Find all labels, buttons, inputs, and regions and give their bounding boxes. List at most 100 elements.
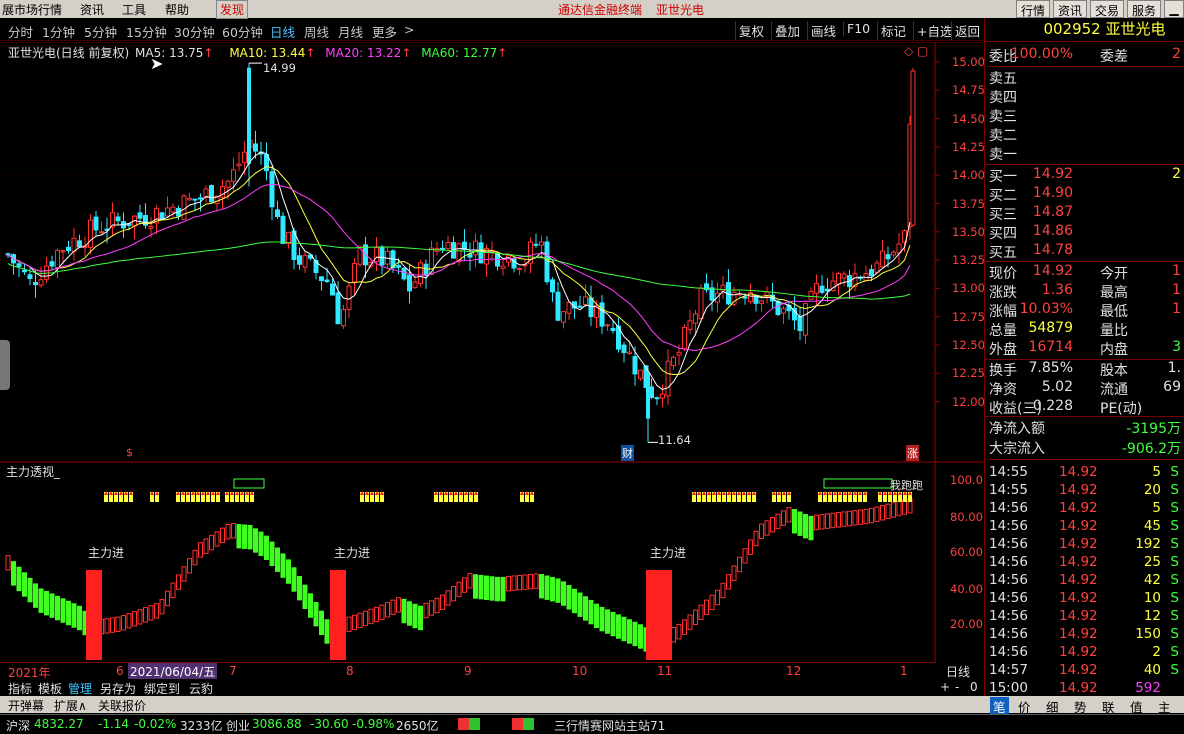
period-daily[interactable]: 日线 <box>270 22 295 41</box>
related-quote-button[interactable]: 关联报价 <box>98 697 146 714</box>
indicator-bar-down <box>33 583 38 608</box>
tool-draw[interactable]: 画线 <box>807 21 839 40</box>
tool-overlay[interactable]: 叠加 <box>771 21 803 40</box>
entry-signal-bar <box>646 570 672 660</box>
period-15min[interactable]: 15分钟 <box>126 22 167 41</box>
tool-adjust[interactable]: 复权 <box>735 21 767 40</box>
top-btn-trade[interactable]: 交易 <box>1090 0 1125 18</box>
kline-chart[interactable] <box>0 42 984 679</box>
ask-level-row[interactable]: 卖三 <box>987 106 1183 125</box>
candle-up <box>412 281 418 289</box>
indicator-bar-up <box>121 615 126 631</box>
bid-level-row[interactable]: 买四 14.86 <box>987 223 1183 242</box>
finance-marker[interactable]: 财 <box>621 445 634 461</box>
stat-value: 1 <box>1172 263 1181 279</box>
tab-bind-to[interactable]: 绑定到 <box>144 680 180 697</box>
period-60min[interactable]: 60分钟 <box>222 22 263 41</box>
indicator-bar-up <box>753 530 759 547</box>
indicator-bar-up <box>814 514 819 531</box>
indicator-bar-down <box>478 574 484 600</box>
candle-down <box>775 300 781 315</box>
indicator-bar-up <box>225 524 231 540</box>
ask-level-row[interactable]: 卖四 <box>987 87 1183 106</box>
status-bar: 沪深 4832.27 -1.14 -0.02% 3233亿 创业 3086.88… <box>0 714 1184 733</box>
danmaku-toggle[interactable]: 开弹幕 <box>8 697 44 714</box>
diamond-icon[interactable]: ◇ ▢ <box>904 44 928 58</box>
indicator-bar-up <box>115 616 121 632</box>
top-btn-quote[interactable]: 行情 <box>1016 0 1051 18</box>
menu-discover[interactable]: 发现 <box>216 0 249 19</box>
period-1min[interactable]: 1分钟 <box>42 22 75 41</box>
period-5min[interactable]: 5分钟 <box>84 22 117 41</box>
period-more[interactable]: 更多 <box>372 22 397 41</box>
dividend-marker[interactable]: $ <box>126 446 133 459</box>
tick-row: 14:56 14.92 25 S <box>987 554 1183 572</box>
zoom-out-button[interactable]: - <box>955 680 959 694</box>
indicator-bar-up <box>467 573 473 589</box>
candle-up <box>665 360 671 397</box>
menu-help[interactable]: 帮助 <box>165 1 189 18</box>
bid-level-price: 14.92 <box>1032 166 1073 182</box>
tick-time: 14:56 <box>989 644 1028 660</box>
tool-back[interactable]: 返回 <box>951 21 983 40</box>
left-panel-grip[interactable] <box>0 340 10 390</box>
tab-cloud[interactable]: 云豹 <box>189 680 213 697</box>
candle-up <box>170 206 176 213</box>
tool-add-favorite[interactable]: +自选 <box>913 21 955 40</box>
bid-level-row[interactable]: 买五 14.78 <box>987 242 1183 261</box>
chevron-right-icon[interactable]: > <box>404 22 414 37</box>
menu-market[interactable]: 展市场行情 <box>2 1 62 18</box>
bid-level-label: 买一 <box>989 169 1017 185</box>
tick-time: 14:57 <box>989 662 1028 678</box>
ask-level-row[interactable]: 卖一 <box>987 144 1183 163</box>
date-month: 1 <box>900 664 908 678</box>
period-30min[interactable]: 30分钟 <box>174 22 215 41</box>
tab-indicator[interactable]: 指标 <box>8 680 32 697</box>
indicator-bar-up <box>825 513 830 529</box>
top-btn-service[interactable]: 服务 <box>1127 0 1162 18</box>
tab-template[interactable]: 模板 <box>38 680 62 697</box>
period-intraday[interactable]: 分时 <box>8 22 33 41</box>
zoom-reset-button[interactable]: 0 <box>970 680 978 694</box>
tool-mark[interactable]: 标记 <box>877 21 909 40</box>
menu-tools[interactable]: 工具 <box>122 1 146 18</box>
tick-side: S <box>1170 554 1179 570</box>
price-tick-label: 13.25 <box>952 253 985 268</box>
ask-level-row[interactable]: 卖五 <box>987 68 1183 87</box>
stat-row: 涨幅 10.03% 最低 1 <box>987 301 1183 320</box>
stat-value: 3 <box>1172 339 1181 355</box>
indicator-title[interactable]: 主力透视_ <box>6 463 60 480</box>
indicator-bar-down <box>324 619 330 644</box>
tool-f10[interactable]: F10 <box>843 21 873 36</box>
ask-level-row[interactable]: 卖二 <box>987 125 1183 144</box>
candle-up <box>561 311 566 323</box>
bid-level-row[interactable]: 买三 14.87 <box>987 204 1183 223</box>
candle-down <box>869 269 874 277</box>
indicator-bar-down <box>247 525 253 550</box>
limit-up-marker[interactable]: 涨 <box>906 445 919 461</box>
period-weekly[interactable]: 周线 <box>304 22 329 41</box>
candle-down <box>16 263 22 267</box>
stat-value: 10.03% <box>1019 301 1073 317</box>
tick-price: 14.92 <box>1059 464 1098 480</box>
zoom-in-button[interactable]: + <box>940 680 950 694</box>
stat-row: 涨跌 1.36 最高 1 <box>987 282 1183 301</box>
period-monthly[interactable]: 月线 <box>338 22 363 41</box>
tick-volume: 150 <box>1135 626 1161 642</box>
tick-row: 14:56 14.92 5 S <box>987 500 1183 518</box>
bid-level-price: 14.87 <box>1032 204 1073 220</box>
bid-level-row[interactable]: 买一 14.92 2 <box>987 166 1183 185</box>
indicator-bar-up <box>451 585 456 602</box>
top-btn-news[interactable]: 资讯 <box>1053 0 1088 18</box>
tick-volume: 12 <box>1143 608 1161 624</box>
tick-price: 14.92 <box>1059 590 1098 606</box>
tick-row: 14:56 14.92 45 S <box>987 518 1183 536</box>
tab-manage[interactable]: 管理 <box>68 680 92 697</box>
tab-save-as[interactable]: 另存为 <box>100 680 136 697</box>
expand-button[interactable]: 扩展∧ <box>54 697 87 714</box>
indicator-bar-up <box>528 573 533 590</box>
menu-news[interactable]: 资讯 <box>80 1 104 18</box>
bid-level-row[interactable]: 买二 14.90 <box>987 185 1183 204</box>
candle-up <box>836 272 841 285</box>
window-min-icon[interactable]: ▁ <box>1164 0 1184 18</box>
